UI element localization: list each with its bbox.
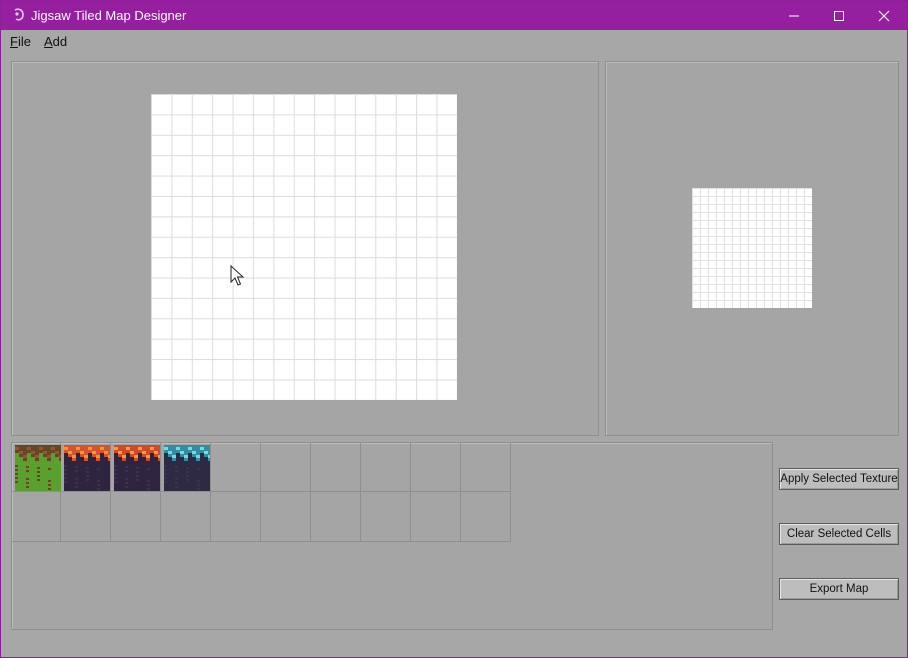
texture-slot[interactable] bbox=[261, 442, 311, 492]
texture-slot[interactable] bbox=[161, 442, 211, 492]
app-icon bbox=[11, 7, 27, 23]
texture-slot[interactable] bbox=[11, 492, 61, 542]
menu-file[interactable]: File bbox=[10, 34, 31, 49]
window-title: Jigsaw Tiled Map Designer bbox=[31, 8, 187, 23]
texture-slot[interactable] bbox=[111, 492, 161, 542]
magma-rock-texture bbox=[114, 445, 160, 491]
texture-slot[interactable] bbox=[211, 492, 261, 542]
lava-rock-texture bbox=[64, 445, 110, 491]
texture-slot[interactable] bbox=[61, 492, 111, 542]
texture-slot[interactable] bbox=[311, 442, 361, 492]
title-bar[interactable]: Jigsaw Tiled Map Designer bbox=[1, 1, 907, 30]
clear-cells-button[interactable]: Clear Selected Cells bbox=[779, 523, 899, 545]
map-grid[interactable] bbox=[151, 94, 457, 400]
texture-slot[interactable] bbox=[461, 492, 511, 542]
menu-file-mnemonic: F bbox=[10, 34, 18, 49]
texture-slot[interactable] bbox=[111, 442, 161, 492]
texture-palette bbox=[11, 442, 512, 543]
app-window: Jigsaw Tiled Map Designer File Add Apply… bbox=[0, 0, 908, 658]
texture-slot[interactable] bbox=[61, 442, 111, 492]
apply-texture-button[interactable]: Apply Selected Texture bbox=[779, 468, 899, 490]
menu-file-label: ile bbox=[17, 34, 31, 49]
maximize-icon bbox=[834, 10, 844, 21]
close-button[interactable] bbox=[861, 1, 907, 30]
menu-add-label: dd bbox=[52, 34, 68, 49]
menu-add[interactable]: Add bbox=[44, 34, 67, 49]
map-preview-grid bbox=[692, 188, 812, 308]
texture-slot[interactable] bbox=[311, 492, 361, 542]
maximize-button[interactable] bbox=[816, 1, 862, 30]
menu-bar: File Add bbox=[1, 30, 907, 52]
export-map-button[interactable]: Export Map bbox=[779, 578, 899, 600]
texture-slot[interactable] bbox=[161, 492, 211, 542]
texture-slot[interactable] bbox=[361, 492, 411, 542]
texture-slot[interactable] bbox=[461, 442, 511, 492]
texture-slot[interactable] bbox=[361, 442, 411, 492]
mouse-cursor-icon bbox=[230, 265, 244, 286]
minimize-icon bbox=[789, 15, 799, 16]
texture-slot[interactable] bbox=[11, 442, 61, 492]
close-icon bbox=[878, 10, 890, 21]
menu-add-mnemonic: A bbox=[44, 34, 53, 49]
texture-slot[interactable] bbox=[261, 492, 311, 542]
grass-dirt-texture bbox=[15, 445, 61, 491]
texture-slot[interactable] bbox=[411, 442, 461, 492]
texture-slot[interactable] bbox=[211, 442, 261, 492]
minimize-button[interactable] bbox=[771, 1, 817, 30]
texture-slot[interactable] bbox=[411, 492, 461, 542]
ice-rock-texture bbox=[164, 445, 210, 491]
